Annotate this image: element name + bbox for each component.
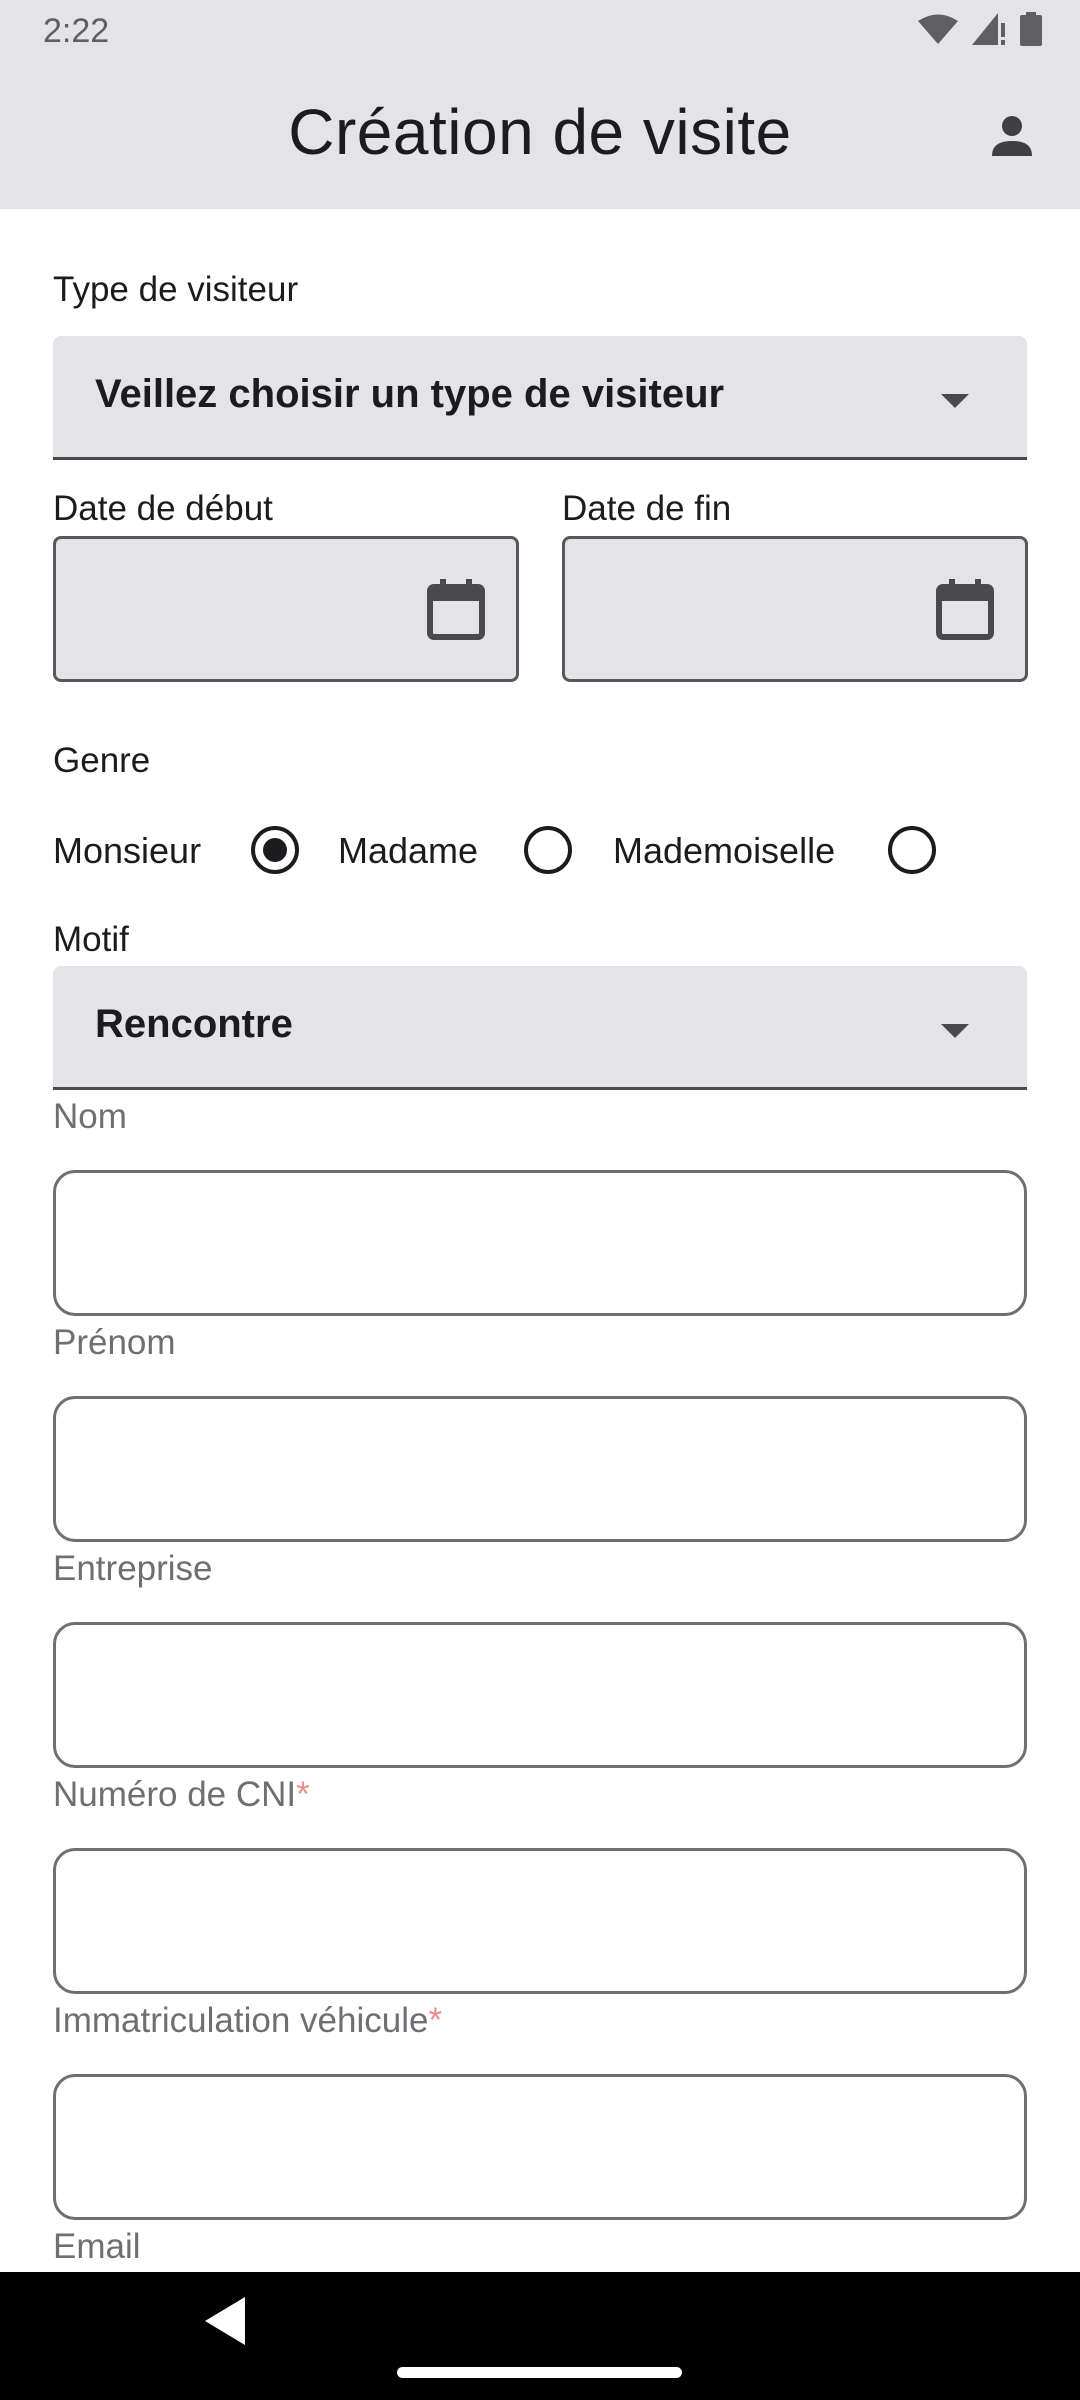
- last-name-input[interactable]: [53, 1170, 1027, 1316]
- battery-icon: [1020, 12, 1042, 46]
- visitor-type-value: Veillez choisir un type de visiteur: [95, 372, 725, 416]
- last-name-label: Nom: [53, 1097, 127, 1136]
- radio-label-mademoiselle[interactable]: Mademoiselle: [613, 830, 835, 872]
- vehicle-plate-label: Immatriculation véhicule*: [53, 2001, 442, 2041]
- person-icon[interactable]: [982, 106, 1042, 166]
- calendar-icon[interactable]: [426, 579, 486, 641]
- radio-label-monsieur[interactable]: Monsieur: [53, 830, 201, 872]
- screen: 2:22 Création de visite Type de visiteur…: [0, 0, 1080, 2400]
- wifi-icon: [918, 14, 958, 44]
- first-name-input[interactable]: [53, 1396, 1027, 1542]
- company-input[interactable]: [53, 1622, 1027, 1768]
- radio-mademoiselle[interactable]: [888, 826, 936, 874]
- page-title: Création de visite: [288, 96, 792, 168]
- radio-madame[interactable]: [524, 826, 572, 874]
- status-icons: [918, 12, 1042, 46]
- start-date-label: Date de début: [53, 489, 273, 528]
- calendar-icon[interactable]: [935, 579, 995, 641]
- reason-label: Motif: [53, 920, 129, 959]
- visitor-type-dropdown[interactable]: Veillez choisir un type de visiteur: [53, 336, 1027, 460]
- cellular-icon: [972, 13, 1005, 45]
- end-date-label: Date de fin: [562, 489, 732, 528]
- dropdown-arrow-icon: [941, 394, 969, 408]
- radio-label-madame[interactable]: Madame: [338, 830, 478, 872]
- required-mark: *: [296, 1775, 310, 1814]
- gender-label: Genre: [53, 741, 151, 780]
- back-icon[interactable]: [205, 2297, 245, 2345]
- app-bar: 2:22 Création de visite: [0, 0, 1080, 209]
- vehicle-plate-input[interactable]: [53, 2074, 1027, 2220]
- end-date-field[interactable]: [562, 536, 1028, 682]
- id-number-input[interactable]: [53, 1848, 1027, 1994]
- company-label: Entreprise: [53, 1549, 213, 1588]
- system-nav-bar: [0, 2272, 1080, 2400]
- home-gesture-pill[interactable]: [397, 2367, 682, 2378]
- vehicle-plate-label-text: Immatriculation véhicule: [53, 2001, 429, 2040]
- id-number-label: Numéro de CNI*: [53, 1775, 310, 1815]
- reason-dropdown[interactable]: Rencontre: [53, 966, 1027, 1090]
- first-name-label: Prénom: [53, 1323, 176, 1362]
- id-number-label-text: Numéro de CNI: [53, 1775, 297, 1814]
- radio-monsieur[interactable]: [251, 826, 299, 874]
- dropdown-arrow-icon: [941, 1024, 969, 1038]
- visitor-type-label: Type de visiteur: [53, 270, 299, 309]
- email-label: Email: [53, 2227, 141, 2266]
- required-mark: *: [428, 2001, 443, 2040]
- status-time: 2:22: [43, 12, 110, 50]
- reason-value: Rencontre: [95, 1002, 293, 1046]
- start-date-field[interactable]: [53, 536, 519, 682]
